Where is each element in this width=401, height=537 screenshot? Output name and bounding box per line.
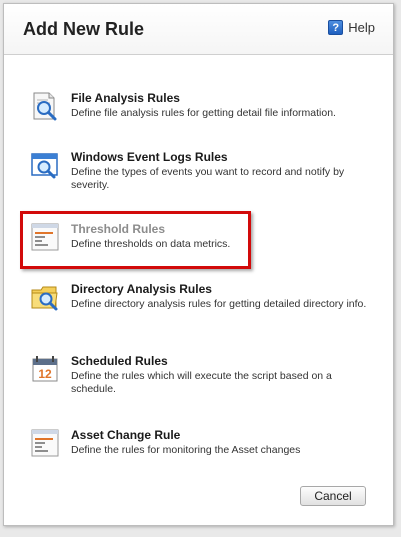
threshold-chart-icon [31,223,59,251]
rule-item-file-analysis[interactable]: File Analysis Rules Define file analysis… [30,91,370,121]
file-analysis-magnifier-icon [33,92,57,121]
cancel-button[interactable]: Cancel [300,486,366,506]
rule-description: Define the types of events you want to r… [71,166,345,191]
rule-item-scheduled[interactable]: 12 Scheduled Rules Define the rules whic… [30,354,370,396]
dialog-title: Add New Rule [23,19,145,39]
rule-item-asset-change[interactable]: Asset Change Rule Define the rules for m… [30,428,370,458]
calendar-day-number: 12 [38,367,52,381]
rule-title: Threshold Rules [71,222,166,236]
rule-title: Windows Event Logs Rules [71,150,228,164]
rule-item-windows-event-logs[interactable]: Windows Event Logs Rules Define the type… [30,150,370,192]
add-new-rule-dialog: Add New Rule ? Help File Analysis Rules … [3,3,394,526]
rule-description: Define directory analysis rules for gett… [71,298,367,310]
rule-title: Asset Change Rule [71,428,181,442]
rule-description: Define the rules for monitoring the Asse… [71,444,301,456]
rule-title: Scheduled Rules [71,354,168,368]
calendar-icon: 12 [32,356,58,382]
rule-title: Directory Analysis Rules [71,282,212,296]
help-label: Help [348,20,375,35]
event-log-window-magnifier-icon [31,153,58,179]
rule-description: Define file analysis rules for getting d… [71,107,336,119]
dialog-header: Add New Rule ? Help [4,4,393,55]
rule-description: Define thresholds on data metrics. [71,238,231,250]
rule-item-directory-analysis[interactable]: Directory Analysis Rules Define director… [30,282,370,312]
rule-item-threshold[interactable]: Threshold Rules Define thresholds on dat… [30,222,370,252]
help-link[interactable]: ? Help [328,20,375,35]
folder-magnifier-icon [31,286,58,311]
help-question-icon: ? [328,20,344,35]
rule-description: Define the rules which will execute the … [71,370,332,395]
rule-title: File Analysis Rules [71,91,180,105]
asset-change-chart-icon [31,429,59,457]
